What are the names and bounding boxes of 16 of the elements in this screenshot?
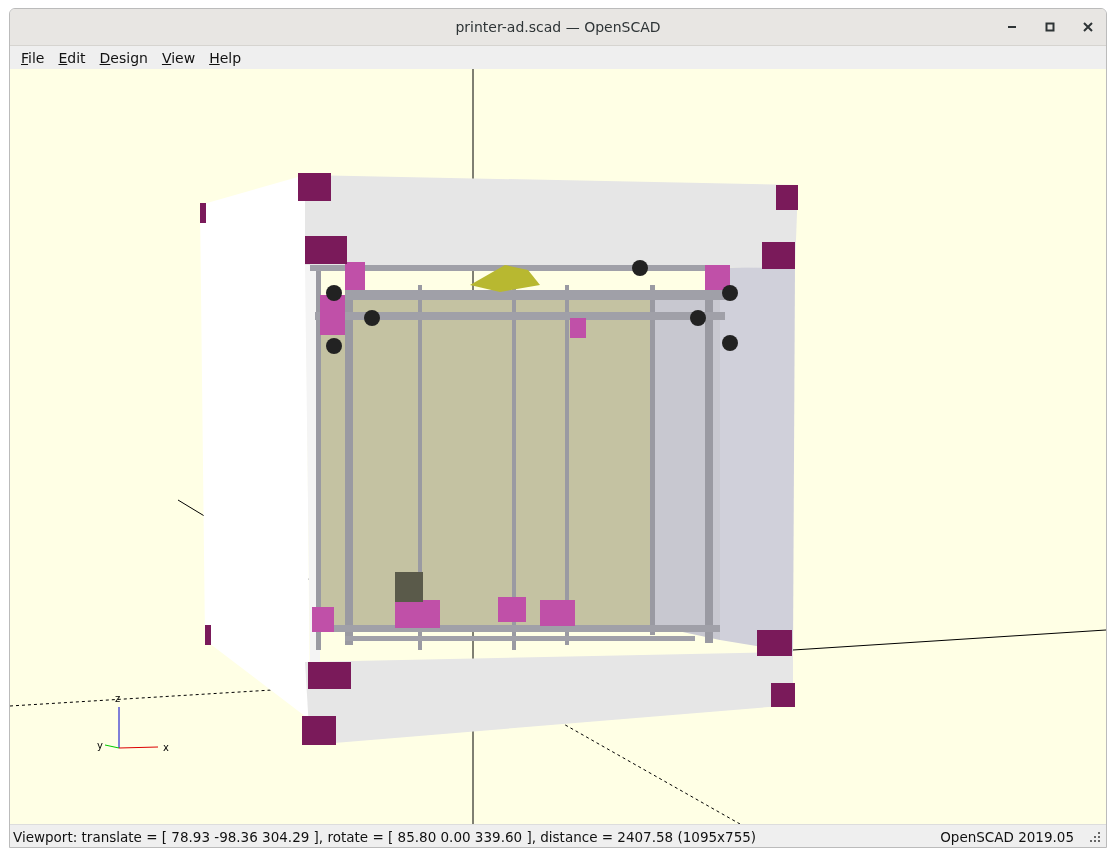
window-title: printer-ad.scad — OpenSCAD: [455, 19, 661, 35]
axis-label: x: [163, 742, 169, 753]
axis-label: y: [97, 740, 103, 751]
menu-item[interactable]: Edit: [51, 49, 93, 66]
menu-item[interactable]: File: [14, 49, 52, 66]
maximize-icon: [1045, 22, 1055, 32]
menu-item[interactable]: Design: [92, 49, 155, 66]
close-icon: [1083, 22, 1093, 32]
viewport-info-text: Viewport: translate = [ 78.93 -98.36 304.29 ], rotate = [ 85.80 0.00 339.60 ], distance = 2407.58 (1095x755): [13, 829, 757, 845]
minimize-icon: [1008, 26, 1016, 28]
resize-grip-icon: [1090, 832, 1100, 842]
menu-item[interactable]: Help: [202, 49, 249, 66]
version-text: OpenSCAD 2019.05: [940, 829, 1074, 845]
menu-item[interactable]: View: [154, 49, 203, 66]
axis-indicator-drawing: [104, 706, 159, 749]
axis-label: z: [115, 693, 121, 704]
